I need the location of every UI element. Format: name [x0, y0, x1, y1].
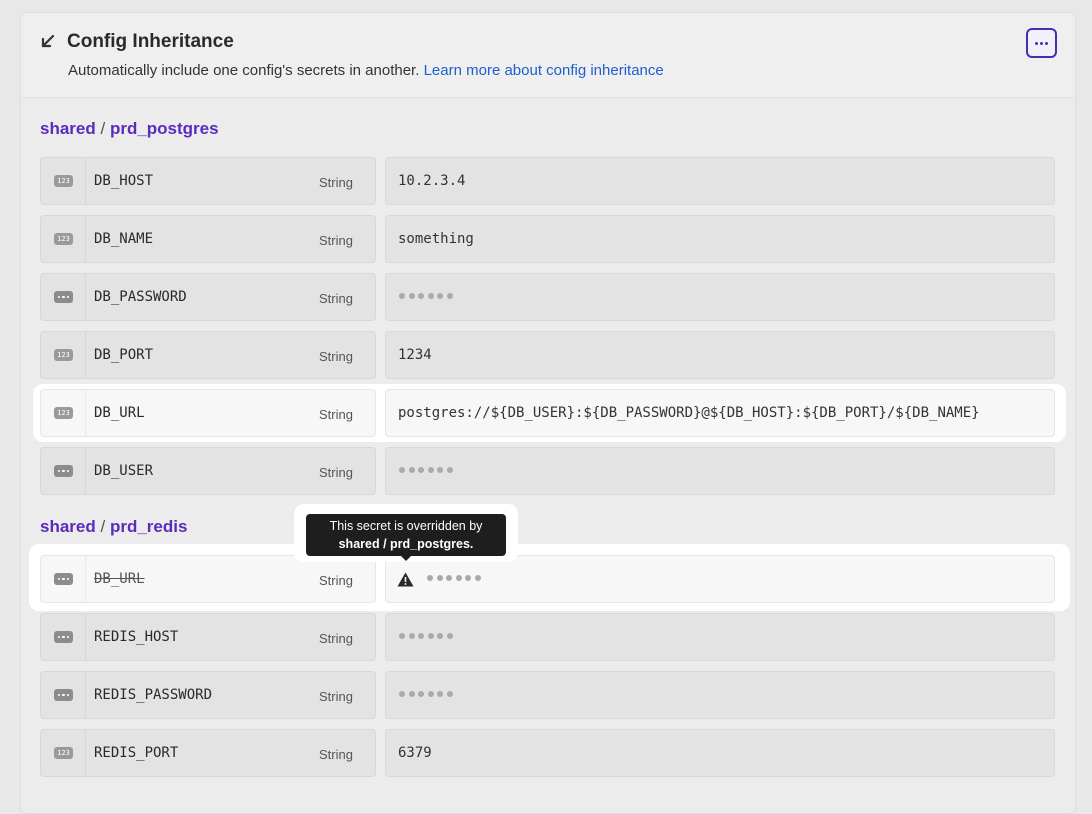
masked-icon: [54, 689, 73, 701]
secret-key: DB_URL: [94, 405, 145, 421]
tooltip-arrow: [400, 555, 412, 561]
secret-key: REDIS_PASSWORD: [94, 687, 213, 703]
secret-key: DB_NAME: [94, 231, 154, 247]
masked-icon: [54, 631, 73, 643]
warning-icon[interactable]: [397, 572, 414, 587]
masked-value: [427, 575, 484, 581]
panel-header: [21, 13, 1075, 98]
number-icon: 123: [54, 175, 73, 187]
group-title-prd-postgres[interactable]: shared / prd_postgres: [40, 119, 219, 139]
number-icon: 123: [54, 233, 73, 245]
secret-key: DB_HOST: [94, 173, 154, 189]
secret-key: DB_PORT: [94, 347, 154, 363]
secret-type: String: [319, 175, 353, 190]
secret-value-field[interactable]: something: [385, 215, 1055, 263]
masked-icon: [54, 465, 73, 477]
secret-type: String: [319, 631, 353, 646]
secret-row-overridden: DB_URL String: [40, 555, 1055, 603]
page-subtitle: Automatically include one config's secre…: [68, 62, 664, 79]
more-options-button[interactable]: [1026, 28, 1057, 58]
secret-row-highlighted: 123 DB_URL String postgres://${DB_USER}:…: [40, 389, 1055, 437]
masked-value: [399, 467, 456, 473]
secret-value-field[interactable]: [385, 273, 1055, 321]
secret-value-field[interactable]: [385, 613, 1055, 661]
secret-row: DB_USER String: [40, 447, 1055, 495]
secret-type: String: [319, 233, 353, 248]
secret-row: 123 DB_NAME String something: [40, 215, 1055, 263]
masked-value: [399, 293, 456, 299]
masked-value: [399, 691, 456, 697]
number-icon: 123: [54, 349, 73, 361]
secret-value-field[interactable]: [385, 447, 1055, 495]
masked-icon: [54, 291, 73, 303]
page-title: Config Inheritance: [67, 31, 234, 52]
secret-key: DB_USER: [94, 463, 154, 479]
secret-key: REDIS_HOST: [94, 629, 179, 645]
secret-row: DB_PASSWORD String: [40, 273, 1055, 321]
secret-key: DB_URL: [94, 571, 145, 587]
secret-type: String: [319, 465, 353, 480]
group-title-prd-redis[interactable]: shared / prd_redis: [40, 517, 187, 537]
number-icon: 123: [54, 407, 73, 419]
secret-value-field[interactable]: [385, 671, 1055, 719]
secret-type: String: [319, 349, 353, 364]
override-tooltip: This secret is overridden by shared / pr…: [306, 514, 506, 556]
secret-value-field[interactable]: 1234: [385, 331, 1055, 379]
learn-more-link[interactable]: Learn more about config inheritance: [424, 62, 664, 79]
tooltip-backdrop: This secret is overridden by shared / pr…: [294, 504, 518, 562]
secret-row: REDIS_HOST String: [40, 613, 1055, 661]
secret-key: REDIS_PORT: [94, 745, 179, 761]
secret-type: String: [319, 407, 353, 422]
masked-icon: [54, 573, 73, 585]
secret-value-field[interactable]: [385, 555, 1055, 603]
secret-type: String: [319, 291, 353, 306]
secret-key: DB_PASSWORD: [94, 289, 187, 305]
number-icon: 123: [54, 747, 73, 759]
secret-row: 123 REDIS_PORT String 6379: [40, 729, 1055, 777]
secret-row: 123 DB_HOST String 10.2.3.4: [40, 157, 1055, 205]
secret-row: REDIS_PASSWORD String: [40, 671, 1055, 719]
secret-value-field[interactable]: postgres://${DB_USER}:${DB_PASSWORD}@${D…: [385, 389, 1055, 437]
secret-type: String: [319, 747, 353, 762]
secret-value-field[interactable]: 6379: [385, 729, 1055, 777]
secret-value-field[interactable]: 10.2.3.4: [385, 157, 1055, 205]
arrow-down-left-icon: [41, 34, 55, 48]
more-icon: [1035, 41, 1038, 45]
secret-type: String: [319, 689, 353, 704]
masked-value: [399, 633, 456, 639]
secret-type: String: [319, 573, 353, 588]
secret-row: 123 DB_PORT String 1234: [40, 331, 1055, 379]
